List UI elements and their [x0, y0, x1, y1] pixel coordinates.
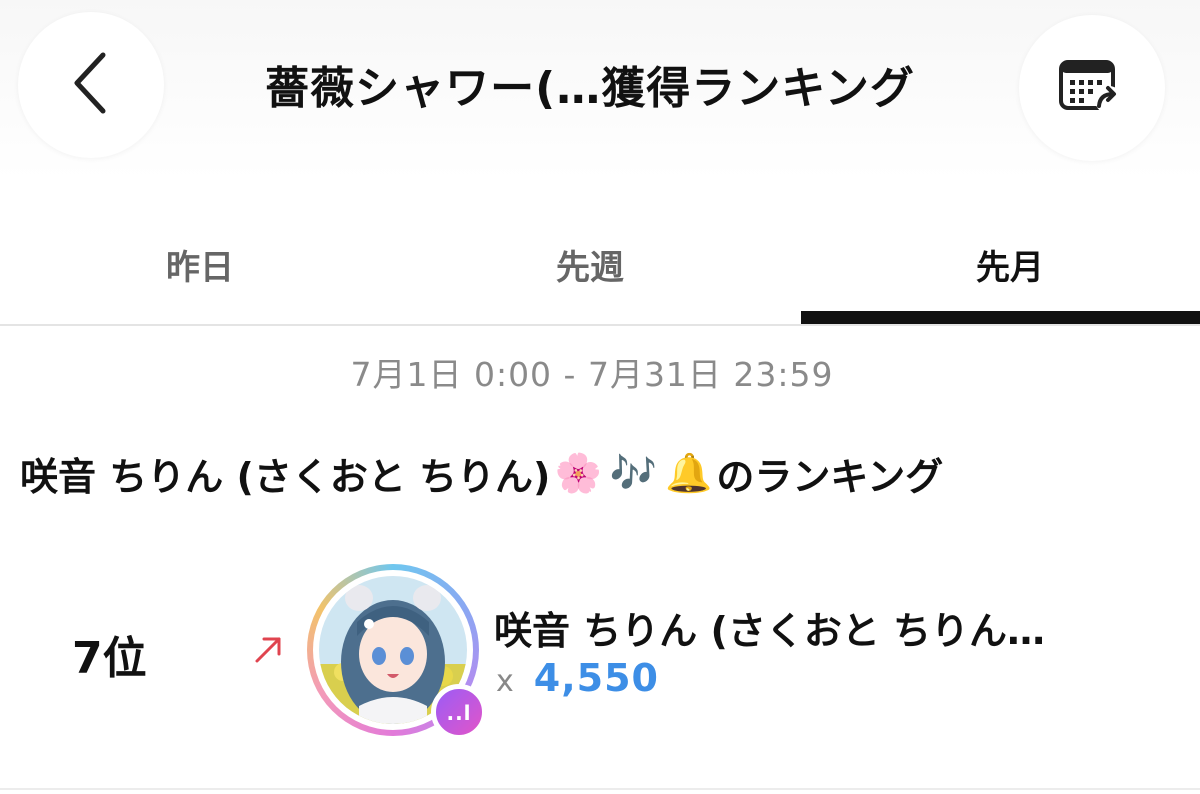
tab-yesterday-label: 昨日 — [166, 248, 234, 288]
live-badge-label: ..l — [446, 701, 472, 725]
active-tab-indicator — [801, 311, 1200, 324]
tab-divider — [0, 324, 1200, 326]
calendar-share-button[interactable] — [1019, 15, 1165, 161]
tab-last-month[interactable]: 先月 — [810, 200, 1200, 324]
calendar-share-icon — [1057, 56, 1127, 120]
tab-last-week-label: 先週 — [556, 248, 624, 288]
music-notes-icon: 🎶 — [609, 451, 658, 495]
period-range: 7月1日 0:00 - 7月31日 23:59 — [350, 355, 834, 394]
period-tabs: 昨日 先週 先月 — [0, 200, 1200, 324]
bottom-divider — [0, 788, 1200, 790]
tab-last-week[interactable]: 先週 — [390, 200, 790, 324]
rank-position: 7位 — [72, 633, 147, 684]
section-suffix: のランキング — [716, 455, 944, 499]
section-user-name: 咲音 ちりん (さくおと ちりん) — [20, 455, 551, 499]
tab-yesterday[interactable]: 昨日 — [0, 200, 400, 324]
entry-user-name[interactable]: 咲音 ちりん (さくおと ちりん… — [494, 600, 1114, 655]
ranking-section-title: 咲音 ちりん (さくおと ちりん) 🌸 🎶 🔔 のランキング — [20, 446, 1190, 501]
cherry-blossom-icon: 🌸 — [554, 451, 602, 495]
bell-icon: 🔔 — [665, 451, 713, 495]
page-title: 薔薇シャワー(…獲得ランキング — [265, 63, 915, 114]
header-bar: 薔薇シャワー(…獲得ランキング — [0, 0, 1200, 180]
gift-count: x 4,550 — [496, 656, 659, 700]
trend-up-icon — [252, 632, 286, 670]
live-badge: ..l — [431, 684, 487, 740]
back-button[interactable] — [18, 12, 164, 158]
chevron-left-icon — [71, 51, 111, 119]
multiplier-symbol: x — [496, 664, 514, 699]
gift-count-value: 4,550 — [533, 656, 659, 700]
avatar[interactable]: ..l — [307, 564, 487, 740]
